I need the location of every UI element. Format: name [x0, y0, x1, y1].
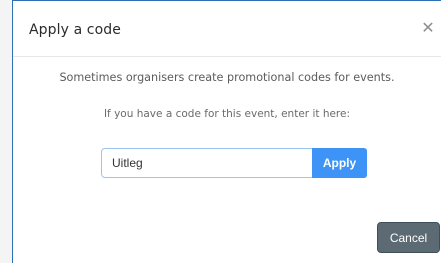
- apply-button[interactable]: Apply: [312, 148, 367, 178]
- close-icon[interactable]: ✕: [419, 19, 437, 37]
- cancel-button[interactable]: Cancel: [377, 222, 440, 253]
- dialog-header: Apply a code ✕: [13, 1, 441, 57]
- dialog-title: Apply a code: [29, 22, 121, 38]
- promo-code-instruction: If you have a code for this event, enter…: [103, 108, 351, 120]
- promo-code-input[interactable]: [101, 148, 313, 178]
- apply-code-dialog: Apply a code ✕ Sometimes organisers crea…: [12, 0, 441, 263]
- promo-code-description: Sometimes organisers create promotional …: [59, 71, 395, 84]
